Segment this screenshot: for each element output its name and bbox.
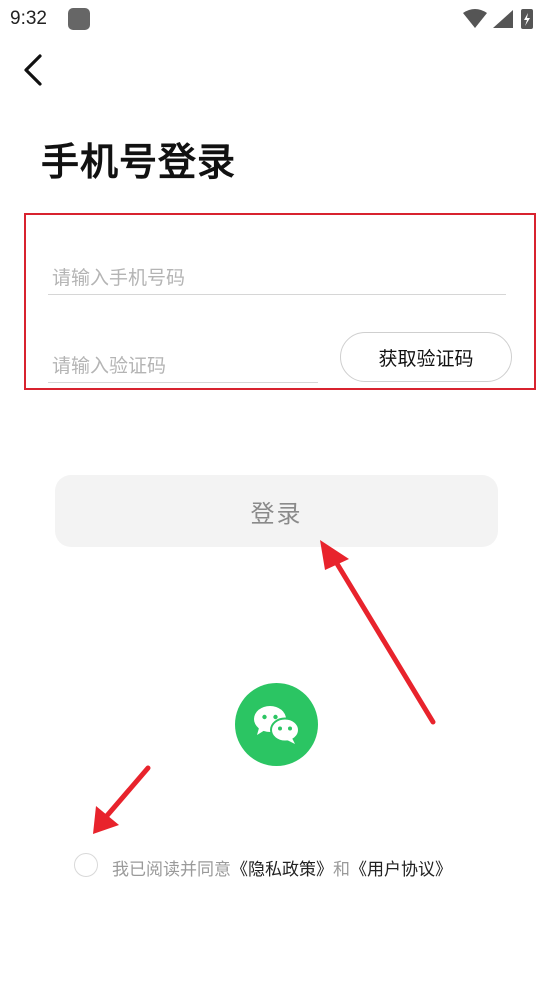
chevron-left-icon (24, 54, 42, 86)
phone-field[interactable] (48, 262, 506, 295)
arrow-to-agreement-radio (93, 765, 151, 834)
back-button[interactable] (16, 52, 52, 88)
signal-icon (493, 10, 513, 28)
phone-input[interactable] (48, 262, 506, 294)
status-time: 9:32 (10, 8, 47, 29)
status-indicators (463, 9, 533, 29)
login-button[interactable]: 登录 (55, 475, 498, 547)
user-agreement-link[interactable]: 《用户协议》 (350, 860, 452, 880)
wechat-login-button[interactable] (235, 683, 318, 766)
agreement-prefix: 我已阅读并同意 (112, 860, 231, 880)
privacy-policy-link[interactable]: 《隐私政策》 (231, 860, 333, 880)
arrow-to-login-button (320, 540, 436, 725)
notification-app-icon (68, 8, 90, 30)
get-code-button[interactable]: 获取验证码 (340, 332, 512, 382)
agreement-radio[interactable] (74, 853, 98, 877)
page-title: 手机号登录 (41, 140, 237, 184)
verification-code-field[interactable] (48, 350, 318, 383)
wifi-icon (463, 9, 487, 28)
agreement-conjunction: 和 (333, 860, 350, 880)
verification-code-input[interactable] (48, 350, 318, 382)
agreement-text: 我已阅读并同意《隐私政策》和《用户协议》 (112, 855, 452, 880)
wechat-icon (254, 706, 300, 744)
